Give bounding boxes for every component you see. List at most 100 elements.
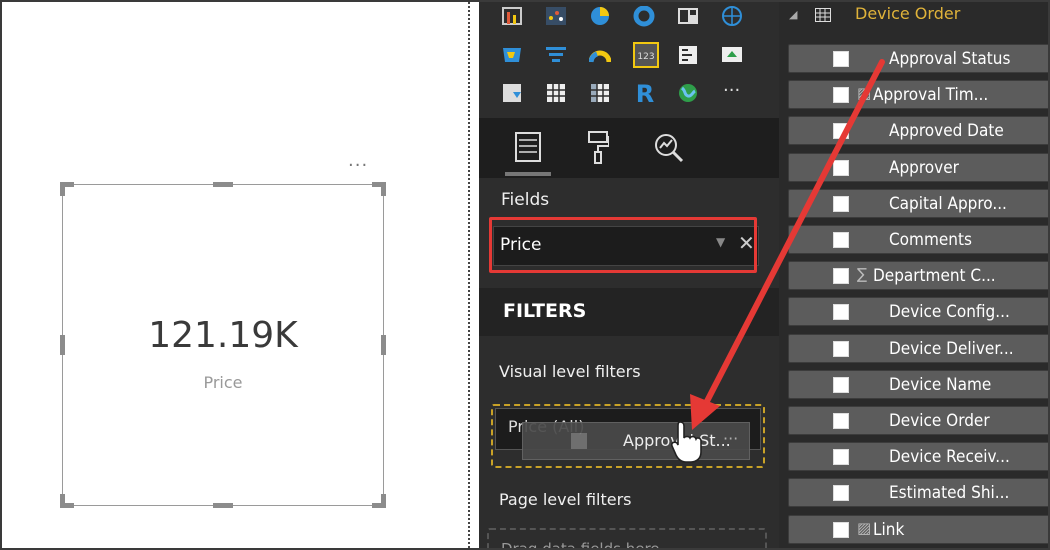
field-label: Device Order bbox=[889, 411, 990, 431]
field-checkbox[interactable] bbox=[833, 485, 849, 502]
resize-handle-bottom-right[interactable] bbox=[372, 494, 386, 508]
card-label: Price bbox=[203, 373, 243, 392]
field-label: Approved Date bbox=[889, 121, 1004, 142]
field-label: Approval Status bbox=[889, 49, 1011, 69]
matrix-visual-icon[interactable] bbox=[501, 6, 523, 28]
pie-chart-icon[interactable] bbox=[589, 6, 611, 28]
globe-icon[interactable] bbox=[677, 82, 699, 104]
table-icon bbox=[815, 8, 831, 22]
drag-ghost-field: Approval St... ··· bbox=[522, 422, 750, 460]
field-type-icon: ∑ bbox=[857, 265, 868, 284]
field-label: Approval Tim... bbox=[873, 85, 989, 106]
card-icon[interactable]: 123 bbox=[633, 42, 659, 68]
visual-level-filters-label: Visual level filters bbox=[499, 362, 641, 381]
multi-row-card-icon[interactable] bbox=[677, 44, 699, 66]
resize-handle-right[interactable] bbox=[381, 335, 386, 355]
field-checkbox[interactable] bbox=[833, 51, 849, 67]
resize-handle-bottom[interactable] bbox=[213, 503, 233, 508]
pane-gap bbox=[470, 2, 479, 548]
filled-map-icon[interactable] bbox=[501, 44, 523, 66]
field-label: Approver bbox=[889, 157, 959, 178]
page-filter-drop-zone[interactable]: Drag data fields here bbox=[487, 528, 767, 550]
field-checkbox[interactable] bbox=[833, 304, 849, 321]
field-row[interactable]: ▨ Link bbox=[788, 514, 1048, 544]
highlight-box-fields-well bbox=[489, 217, 757, 273]
svg-text:123: 123 bbox=[637, 52, 654, 62]
field-row[interactable]: ▨ Approval Tim... bbox=[788, 80, 1048, 110]
format-tab-icon[interactable] bbox=[587, 130, 609, 164]
field-label: Department C... bbox=[873, 266, 996, 287]
card-value: 121.19K bbox=[148, 315, 298, 356]
field-row[interactable]: ∑ Department C... bbox=[788, 261, 1048, 291]
fields-list-pane: ◢ Device Order Approval Status ▨ Approval … bbox=[779, 2, 1048, 548]
r-visual-icon[interactable]: R bbox=[633, 80, 657, 106]
hand-cursor-icon bbox=[671, 421, 702, 463]
funnel-icon[interactable] bbox=[545, 44, 567, 66]
analytics-tab-icon[interactable] bbox=[653, 132, 685, 164]
field-type-icon: ▨ bbox=[857, 518, 872, 537]
card-visual[interactable]: 121.19K Price bbox=[60, 182, 386, 508]
field-label: Capital Appro... bbox=[889, 193, 1007, 214]
visualizations-pane: 123 R ··· Fields Price ▼ ✕ FILTERS Visua… bbox=[479, 2, 779, 550]
donut-chart-icon[interactable] bbox=[633, 6, 655, 28]
treemap-icon[interactable] bbox=[677, 6, 699, 28]
field-row[interactable]: Device Order bbox=[788, 406, 1048, 435]
resize-handle-left[interactable] bbox=[60, 335, 65, 355]
field-row[interactable]: Comments bbox=[788, 225, 1048, 254]
kpi-icon[interactable] bbox=[721, 44, 743, 66]
table-icon[interactable] bbox=[545, 82, 567, 104]
drop-placeholder: Drag data fields here bbox=[501, 540, 660, 550]
field-row[interactable]: Device Deliver... bbox=[788, 333, 1048, 363]
field-checkbox[interactable] bbox=[833, 340, 849, 357]
more-visuals-icon[interactable]: ··· bbox=[723, 80, 740, 101]
drag-ghost-checkbox bbox=[571, 433, 587, 449]
field-label: Device Config... bbox=[889, 302, 1010, 323]
field-label: Link bbox=[873, 519, 905, 540]
field-checkbox[interactable] bbox=[833, 449, 849, 466]
field-label: Device Deliver... bbox=[889, 338, 1014, 359]
resize-handle-top-left[interactable] bbox=[60, 182, 74, 196]
pane-tabs bbox=[479, 118, 779, 178]
field-row[interactable]: Approval Status bbox=[788, 44, 1048, 73]
field-row[interactable]: Device Config... bbox=[788, 297, 1048, 327]
gauge-icon[interactable] bbox=[589, 44, 611, 66]
resize-handle-top[interactable] bbox=[213, 182, 233, 187]
matrix-icon[interactable] bbox=[589, 82, 611, 104]
field-row[interactable]: Capital Appro... bbox=[788, 188, 1048, 218]
field-checkbox[interactable] bbox=[833, 413, 849, 429]
filters-header: FILTERS bbox=[479, 288, 779, 336]
more-options-icon[interactable]: ... bbox=[348, 150, 368, 171]
field-row[interactable]: Approver bbox=[788, 152, 1048, 182]
field-type-icon: ▨ bbox=[857, 84, 872, 103]
table-header-device-order[interactable]: ◢ Device Order bbox=[779, 2, 1048, 32]
field-checkbox[interactable] bbox=[833, 232, 849, 248]
field-checkbox[interactable] bbox=[833, 376, 849, 393]
field-checkbox[interactable] bbox=[833, 521, 849, 538]
field-checkbox[interactable] bbox=[833, 195, 849, 212]
filters-heading: FILTERS bbox=[503, 300, 587, 322]
fields-tab-icon[interactable] bbox=[515, 132, 541, 162]
field-label: Device Name bbox=[889, 374, 992, 395]
field-row[interactable]: Device Receiv... bbox=[788, 442, 1048, 472]
report-editor: ... 121.19K Price 123 R ··· Fields Price… bbox=[0, 0, 1050, 550]
field-label: Device Receiv... bbox=[889, 447, 1010, 468]
field-row[interactable]: Approved Date bbox=[788, 116, 1048, 146]
page-level-filters-label: Page level filters bbox=[499, 490, 632, 509]
field-checkbox[interactable] bbox=[833, 268, 849, 285]
resize-handle-bottom-left[interactable] bbox=[60, 494, 74, 508]
slicer-icon[interactable] bbox=[501, 82, 523, 104]
field-checkbox[interactable] bbox=[833, 159, 849, 176]
collapse-triangle-icon[interactable]: ◢ bbox=[789, 8, 797, 21]
drag-ghost-more: ··· bbox=[723, 429, 739, 448]
field-label: Estimated Shi... bbox=[889, 483, 1010, 504]
report-canvas: ... 121.19K Price bbox=[2, 2, 468, 548]
map-icon[interactable] bbox=[721, 6, 743, 28]
field-row[interactable]: Device Name bbox=[788, 369, 1048, 399]
resize-handle-top-right[interactable] bbox=[372, 182, 386, 196]
field-checkbox[interactable] bbox=[833, 123, 849, 140]
scatter-chart-icon[interactable] bbox=[545, 6, 567, 28]
field-label: Comments bbox=[889, 230, 972, 250]
field-checkbox[interactable] bbox=[833, 87, 849, 104]
fields-tab-underline bbox=[505, 172, 551, 176]
field-row[interactable]: Estimated Shi... bbox=[788, 478, 1048, 508]
